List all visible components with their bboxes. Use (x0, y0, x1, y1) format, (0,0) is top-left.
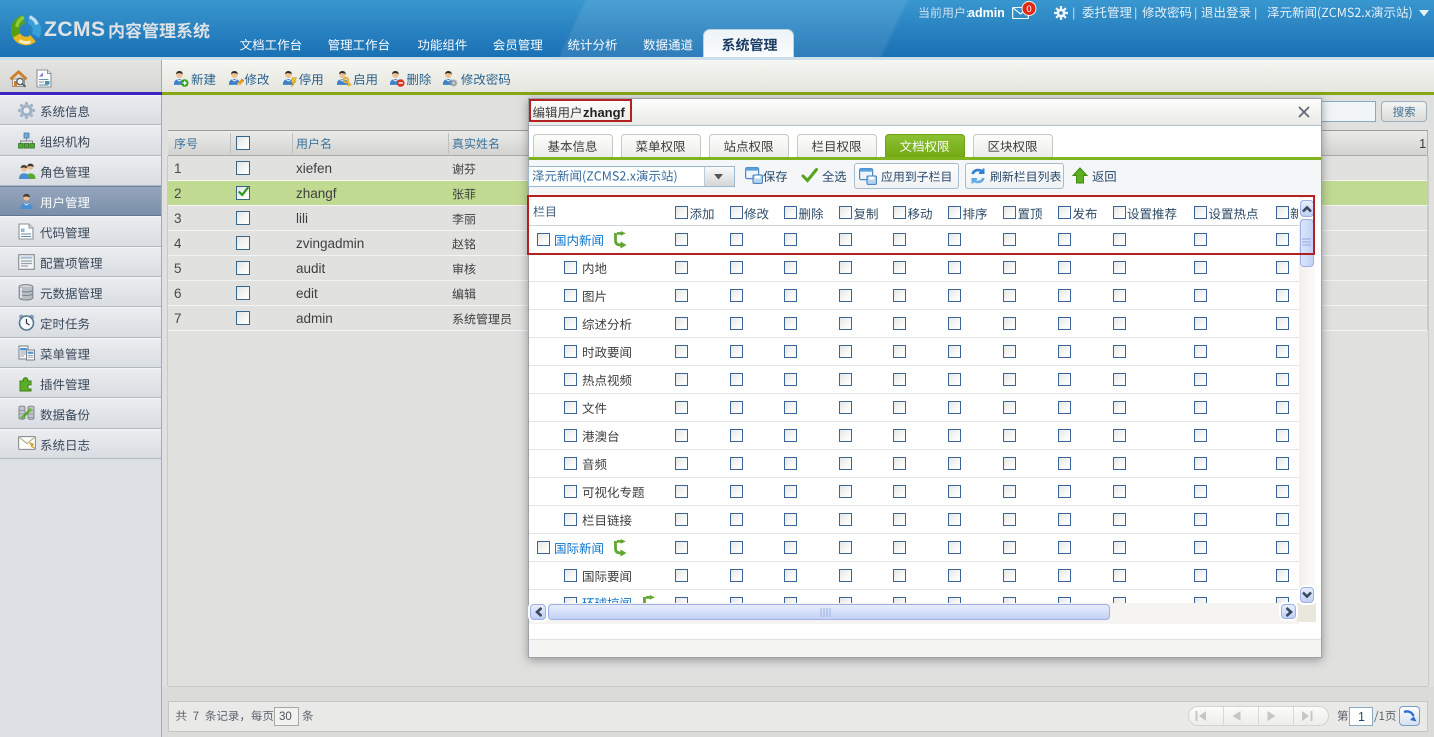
svg-text:0: 0 (1026, 4, 1031, 15)
